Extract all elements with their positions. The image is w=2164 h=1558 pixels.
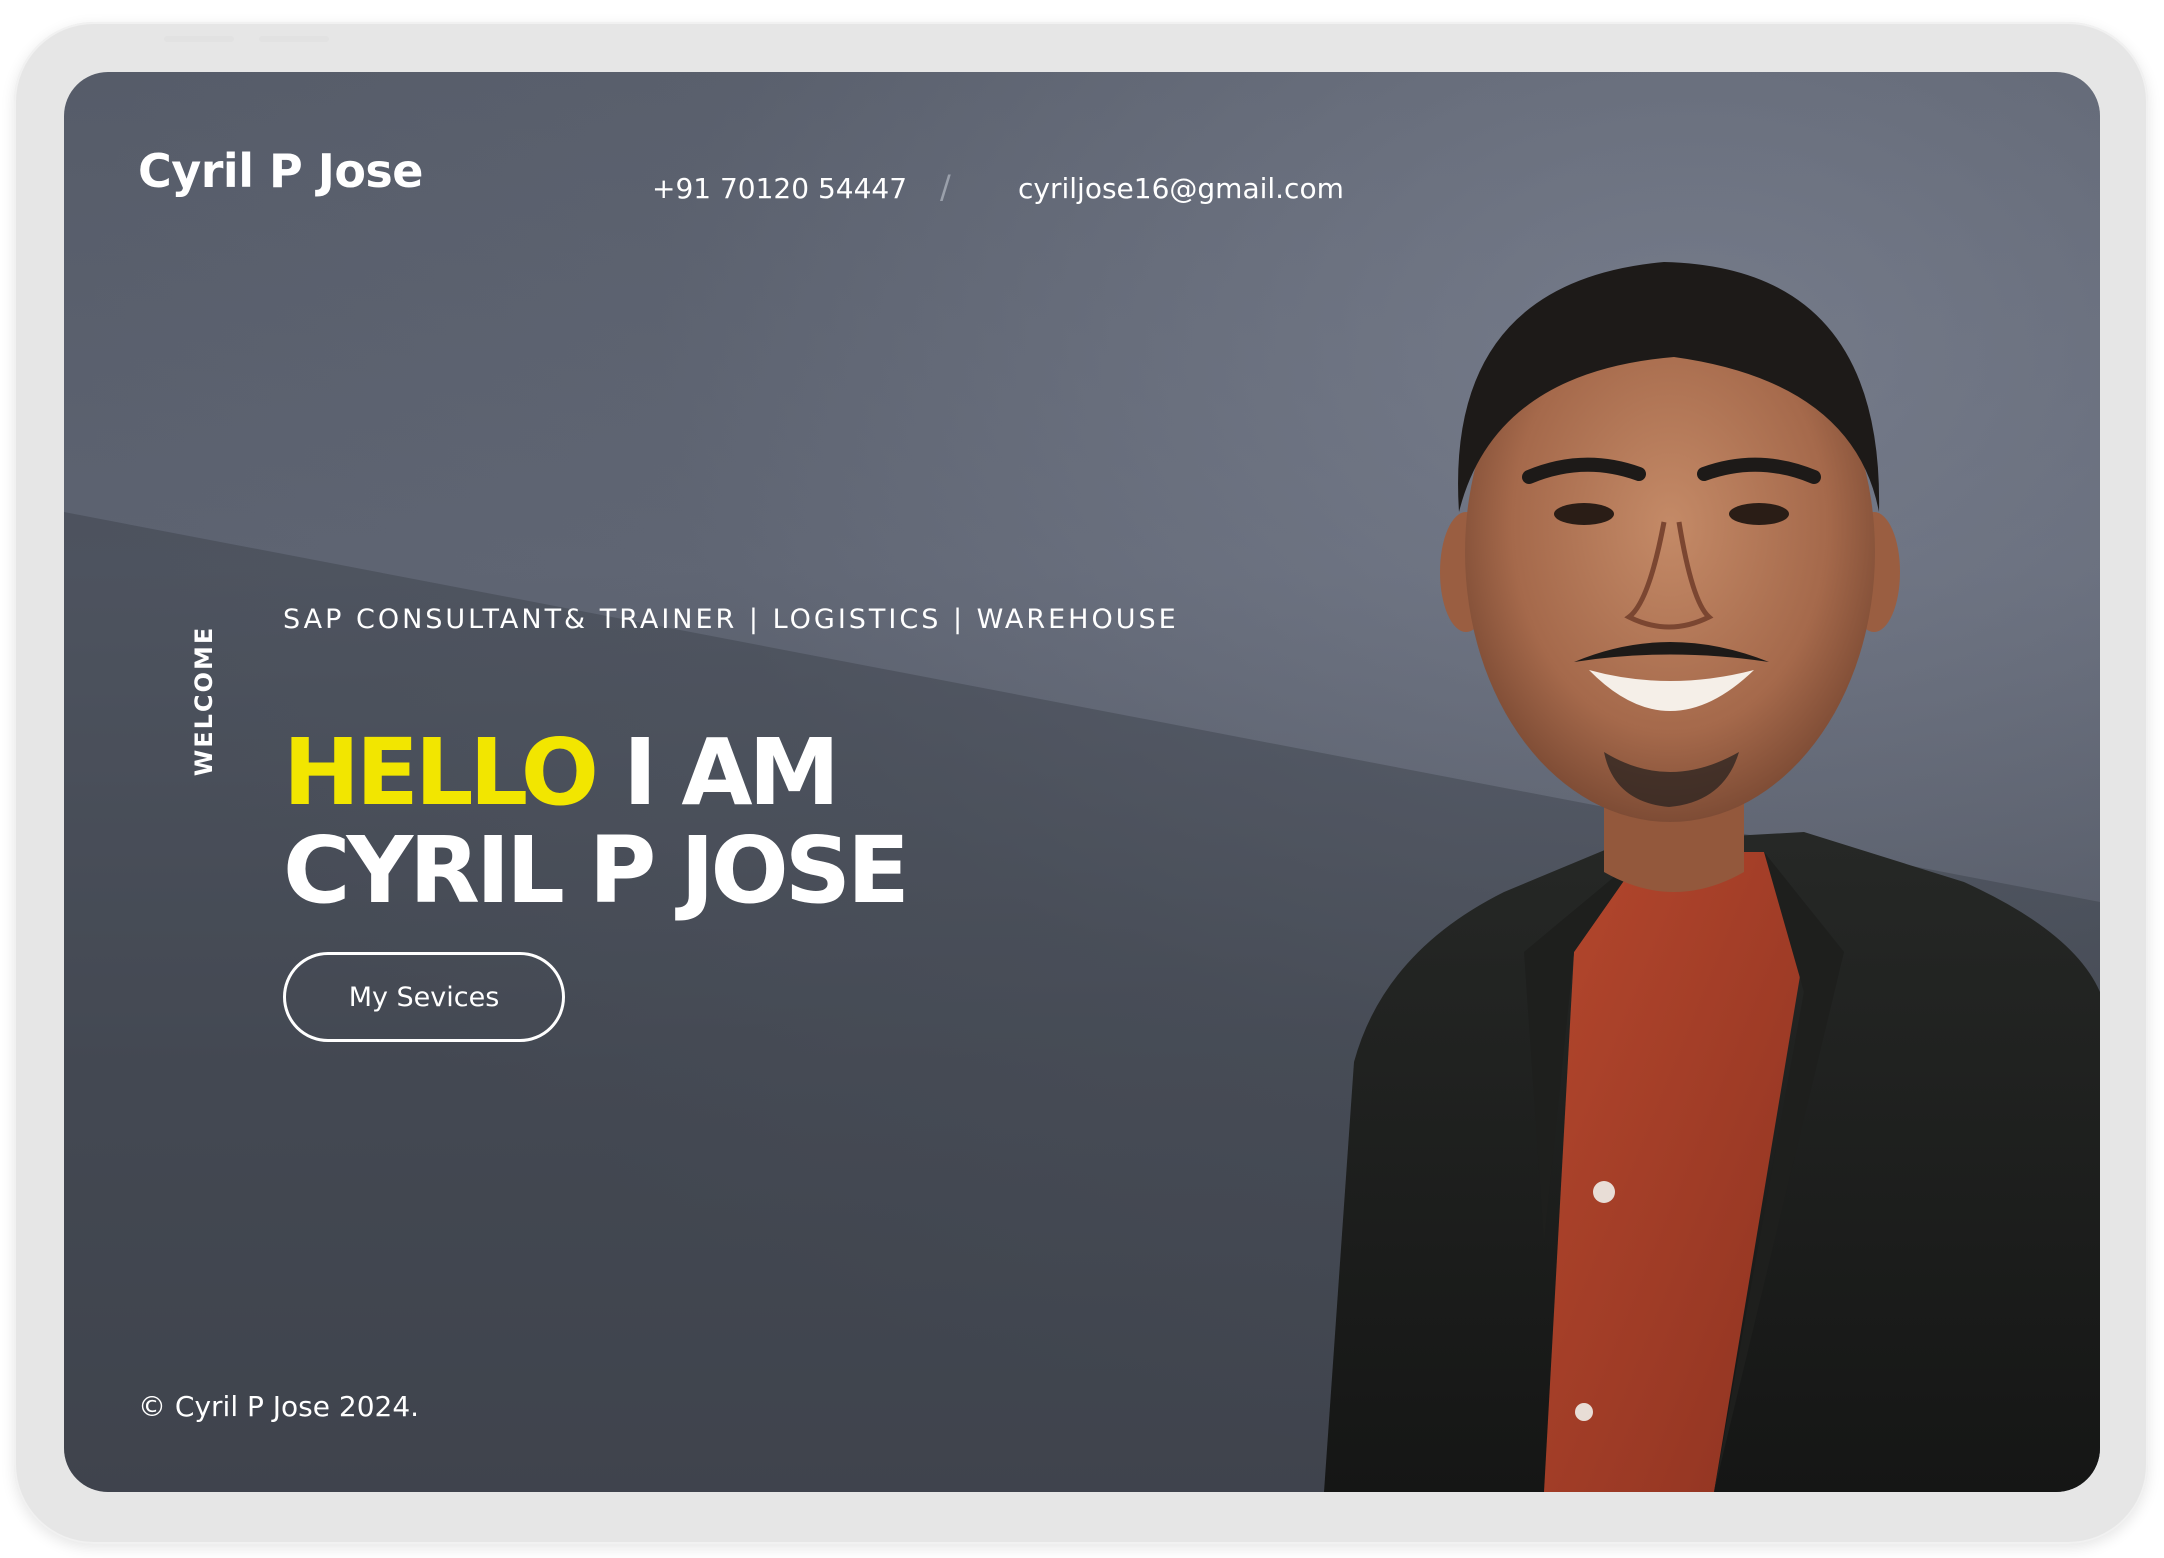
person-portrait-image [1324,262,2100,1492]
device-button [259,36,329,42]
headline-rest: I AM [595,719,840,826]
my-services-button[interactable]: My Sevices [283,952,565,1042]
device-button [164,36,234,42]
contact-separator: / [940,168,951,206]
site-brand-logo[interactable]: Cyril P Jose [138,144,424,198]
welcome-side-label: WELCOME [190,625,218,777]
headline-line-2: CYRIL P JOSE [283,817,910,924]
hero-headline: HELLO I AM CYRIL P JOSE [283,724,910,924]
hero-screen: Cyril P Jose +91 70120 54447 / cyriljose… [64,72,2100,1492]
phone-number-link[interactable]: +91 70120 54447 [652,172,907,205]
email-link[interactable]: cyriljose16@gmail.com [1018,172,1344,205]
headline-line-1: HELLO I AM [283,724,906,822]
headline-accent: HELLO [283,719,599,826]
copyright-text: © Cyril P Jose 2024. [138,1390,420,1423]
hero-subtitle: SAP CONSULTANT& TRAINER | LOGISTICS | WA… [283,604,1179,635]
